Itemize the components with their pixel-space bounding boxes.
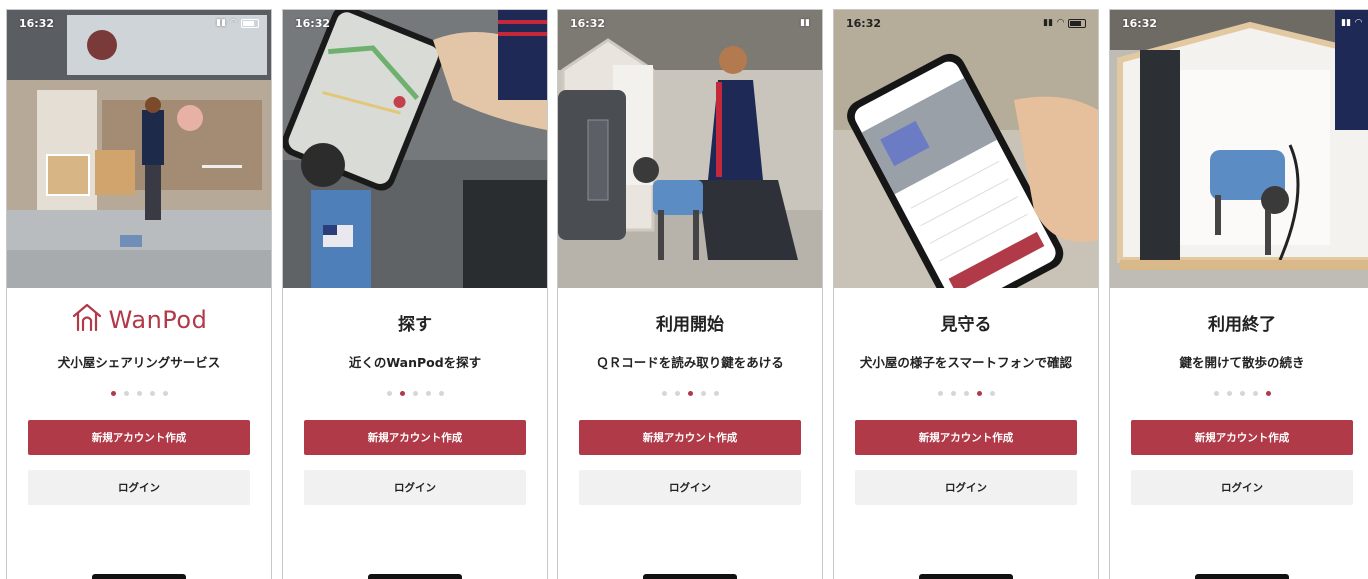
onboarding-screen-1: 16:32 ▮▮ ◠ WanPod 犬小屋シェアリングサービス 新規アカウント作… (7, 10, 271, 579)
battery-icon (241, 18, 259, 28)
login-button[interactable]: ログイン (1131, 470, 1353, 505)
onboarding-screen-2: 16:32 探す 近くのWanPodを探す 新規アカウント作成 ログイン (283, 10, 547, 579)
screen-title: 利用開始 (656, 315, 724, 335)
login-button[interactable]: ログイン (855, 470, 1077, 505)
status-bar: 16:32 ▮▮ ◠ (834, 10, 1098, 36)
page-dot-2[interactable] (674, 391, 680, 396)
login-button[interactable]: ログイン (579, 470, 801, 505)
screen-subtitle: 近くのWanPodを探す (348, 355, 482, 370)
status-time: 16:32 (570, 16, 606, 30)
page-indicator (558, 391, 822, 396)
status-bar: 16:32 ▮▮ (558, 10, 822, 36)
page-dot-5[interactable] (713, 391, 719, 396)
page-dot-1[interactable] (937, 391, 943, 396)
screen-subtitle: 犬小屋の様子をスマートフォンで確認 (859, 355, 1073, 370)
status-time: 16:32 (1122, 16, 1158, 30)
page-dot-1[interactable] (110, 391, 116, 396)
home-indicator[interactable] (92, 574, 186, 579)
signal-icon: ▮▮ (216, 18, 227, 28)
home-indicator[interactable] (643, 574, 737, 579)
page-indicator (7, 391, 271, 396)
screen-title: 見守る (940, 315, 992, 335)
wifi-icon: ◠ (1057, 18, 1064, 28)
page-indicator (283, 391, 547, 396)
screen-content: 見守る 犬小屋の様子をスマートフォンで確認 新規アカウント作成 ログイン (834, 288, 1098, 579)
map-phone-photo (283, 10, 547, 288)
status-time: 16:32 (19, 16, 55, 30)
page-dot-4[interactable] (149, 391, 155, 396)
page-dot-1[interactable] (1213, 391, 1219, 396)
signal-icon: ▮▮ (1043, 18, 1054, 28)
wifi-icon: ◠ (230, 18, 237, 28)
page-dot-5[interactable] (438, 391, 444, 396)
screen-content: 利用終了 鍵を開けて散歩の続き 新規アカウント作成 ログイン (1110, 288, 1368, 579)
page-dot-1[interactable] (661, 391, 667, 396)
screen-title: 探す (398, 315, 432, 335)
status-icons: ▮▮ ◠ (1043, 18, 1086, 28)
login-button[interactable]: ログイン (28, 470, 250, 505)
page-dot-3[interactable] (1239, 391, 1245, 396)
screen-subtitle: 鍵を開けて散歩の続き (1179, 355, 1305, 370)
page-dot-5[interactable] (162, 391, 168, 396)
battery-icon (1068, 18, 1086, 28)
status-icons: ▮▮ ◠ (216, 18, 259, 28)
create-account-button[interactable]: 新規アカウント作成 (579, 420, 801, 455)
home-indicator[interactable] (368, 574, 462, 579)
signal-icon: ▮▮ (1341, 18, 1352, 28)
onboarding-screen-3: 16:32 ▮▮ 利用開始 ＱＲコードを読み取り鍵をあける 新規アカウント作成 … (558, 10, 822, 579)
page-dot-3[interactable] (963, 391, 969, 396)
page-dot-2[interactable] (950, 391, 956, 396)
status-bar: 16:32 ▮▮ ◠ (1110, 10, 1368, 36)
screen-subtitle: ＱＲコードを読み取り鍵をあける (596, 355, 784, 370)
home-indicator[interactable] (919, 574, 1013, 579)
signal-icon: ▮▮ (800, 18, 810, 28)
status-time: 16:32 (846, 16, 882, 30)
page-indicator (1110, 391, 1368, 396)
create-account-button[interactable]: 新規アカウント作成 (304, 420, 526, 455)
storefront-photo (7, 10, 271, 288)
page-dot-2[interactable] (1226, 391, 1232, 396)
doghouse-photo (558, 10, 822, 288)
status-icons: ▮▮ (800, 18, 810, 28)
status-time: 16:32 (295, 16, 331, 30)
page-dot-5[interactable] (989, 391, 995, 396)
exit-doghouse-photo (1110, 10, 1368, 288)
page-indicator (834, 391, 1098, 396)
status-bar: 16:32 (283, 10, 547, 36)
home-indicator[interactable] (1195, 574, 1289, 579)
page-dot-4[interactable] (1252, 391, 1258, 396)
page-dot-3[interactable] (136, 391, 142, 396)
page-dot-3[interactable] (412, 391, 418, 396)
page-dot-2[interactable] (399, 391, 405, 396)
screen-content: 利用開始 ＱＲコードを読み取り鍵をあける 新規アカウント作成 ログイン (558, 288, 822, 579)
screen-subtitle: 犬小屋シェアリングサービス (57, 355, 221, 370)
monitor-phone-photo (834, 10, 1098, 288)
page-dot-5[interactable] (1265, 391, 1271, 396)
screen-title: 利用終了 (1208, 315, 1276, 335)
page-dot-2[interactable] (123, 391, 129, 396)
page-dot-4[interactable] (700, 391, 706, 396)
page-dot-4[interactable] (976, 391, 982, 396)
screen-content: 探す 近くのWanPodを探す 新規アカウント作成 ログイン (283, 288, 547, 579)
house-logo-icon (72, 303, 101, 332)
create-account-button[interactable]: 新規アカウント作成 (1131, 420, 1353, 455)
status-icons: ▮▮ ◠ (1341, 18, 1362, 28)
screen-content: WanPod 犬小屋シェアリングサービス 新規アカウント作成 ログイン (7, 288, 271, 579)
create-account-button[interactable]: 新規アカウント作成 (28, 420, 250, 455)
page-dot-4[interactable] (425, 391, 431, 396)
status-bar: 16:32 ▮▮ ◠ (7, 10, 271, 36)
create-account-button[interactable]: 新規アカウント作成 (855, 420, 1077, 455)
logo-text: WanPod (108, 306, 208, 334)
page-dot-3[interactable] (687, 391, 693, 396)
wifi-icon: ◠ (1355, 18, 1362, 28)
wanpod-logo: WanPod (7, 302, 271, 332)
onboarding-screen-5: 16:32 ▮▮ ◠ 利用終了 鍵を開けて散歩の続き 新規アカウント作成 ログイ… (1110, 10, 1368, 579)
onboarding-screen-4: 16:32 ▮▮ ◠ 見守る 犬小屋の様子をスマートフォンで確認 新規アカウント… (834, 10, 1098, 579)
login-button[interactable]: ログイン (304, 470, 526, 505)
page-dot-1[interactable] (386, 391, 392, 396)
